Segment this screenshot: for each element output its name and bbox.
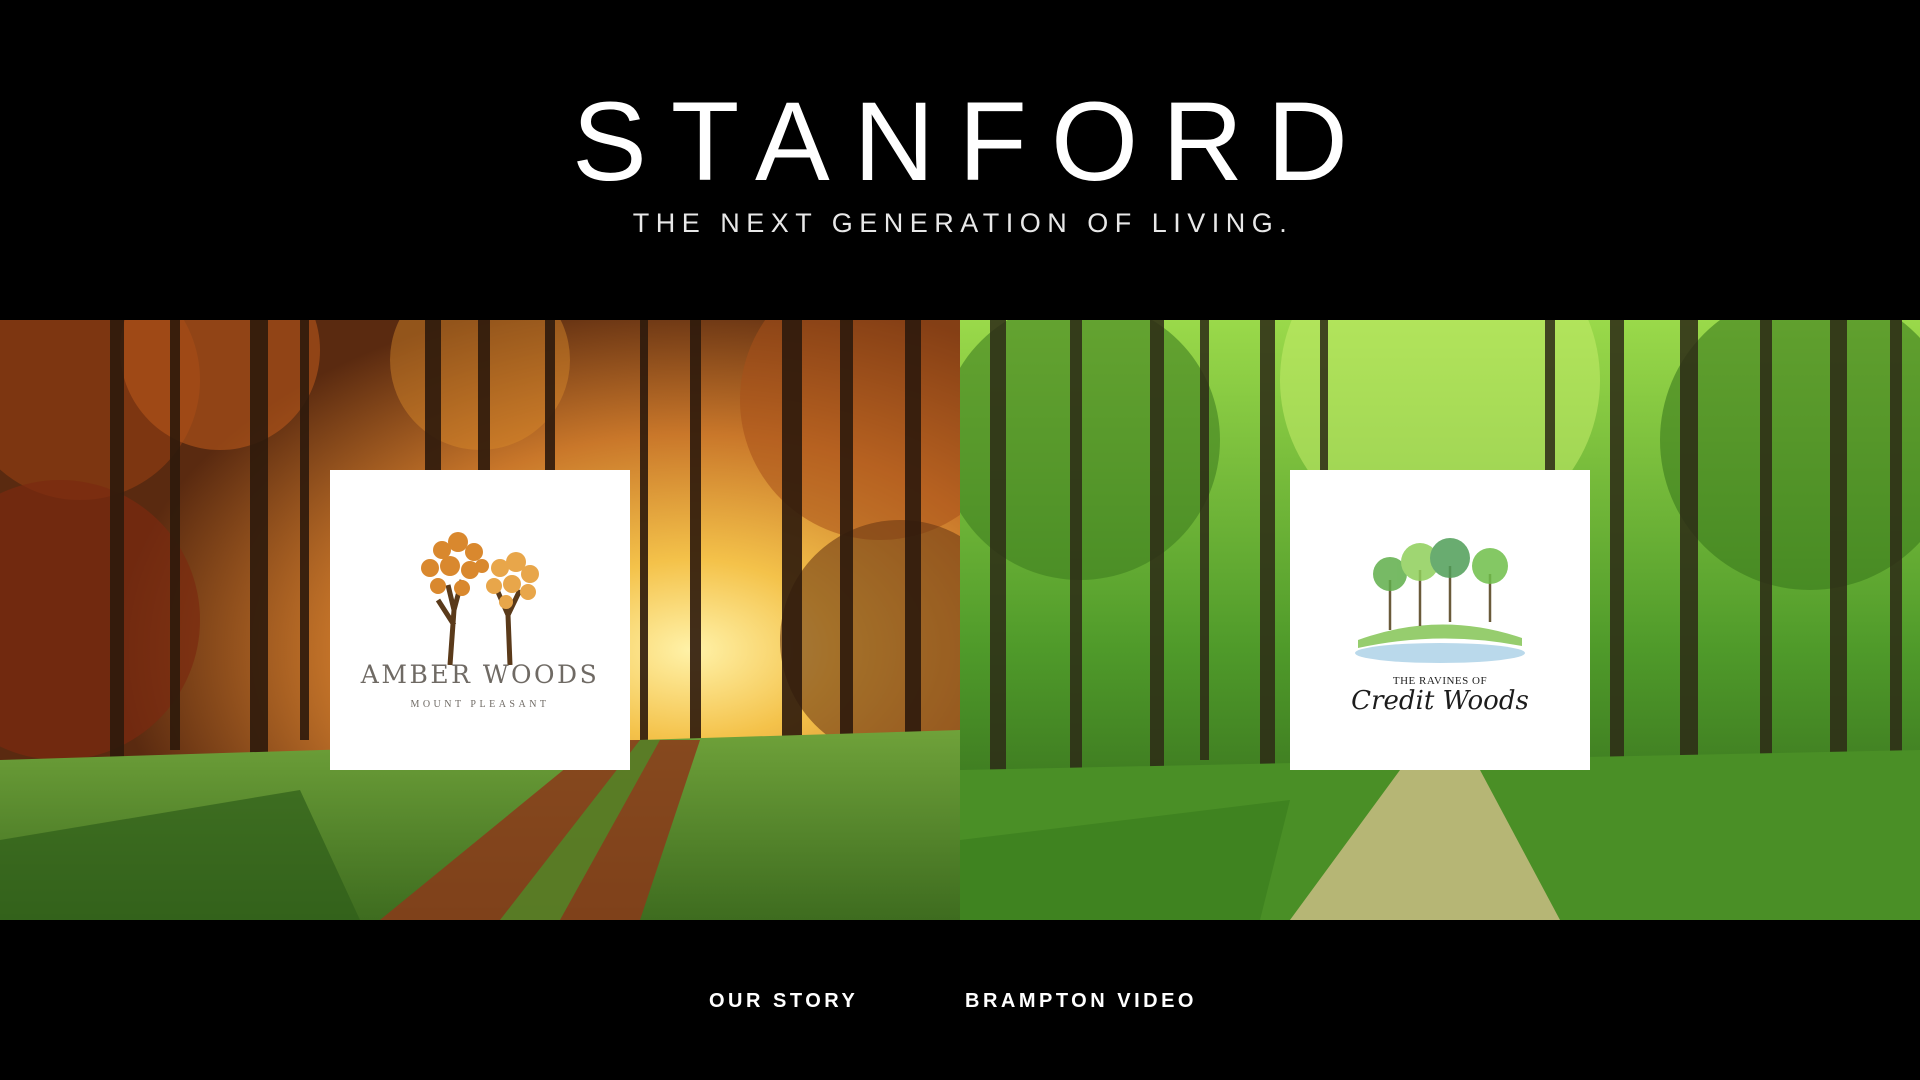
brampton-video-link[interactable]: BRAMPTON VIDEO [965, 990, 1197, 1013]
brand-logo[interactable]: STANFORD [0, 82, 1920, 202]
our-story-link[interactable]: OUR STORY [709, 990, 858, 1013]
watercolor-trees-icon [1355, 538, 1525, 663]
community-panels: AMBER WOODS MOUNT PLEASANT THE RAVINES O… [0, 320, 1920, 920]
amber-woods-subtitle: MOUNT PLEASANT [410, 699, 550, 710]
footer-nav: OUR STORY BRAMPTON VIDEO [0, 920, 1920, 1080]
credit-woods-panel[interactable]: THE RAVINES OF Credit Woods [960, 320, 1920, 920]
credit-woods-title: Credit Woods [1351, 686, 1529, 716]
amber-trees-icon [421, 532, 539, 666]
site-header: STANFORD THE NEXT GENERATION OF LIVING. [0, 0, 1920, 320]
amber-woods-title: AMBER WOODS [360, 660, 600, 689]
credit-woods-logo-card[interactable]: THE RAVINES OF Credit Woods [1290, 470, 1590, 770]
brand-tagline: THE NEXT GENERATION OF LIVING. [632, 208, 1294, 238]
amber-woods-logo-card[interactable]: AMBER WOODS MOUNT PLEASANT [330, 470, 630, 770]
amber-woods-panel[interactable]: AMBER WOODS MOUNT PLEASANT [0, 320, 960, 920]
